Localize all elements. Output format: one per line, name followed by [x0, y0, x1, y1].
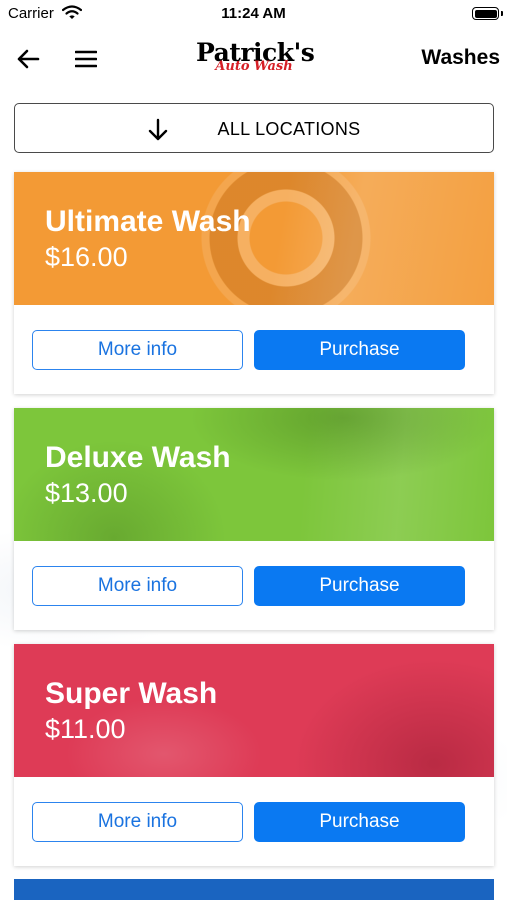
- battery-icon: [472, 7, 499, 20]
- location-dropdown[interactable]: ALL LOCATIONS: [14, 103, 494, 153]
- more-info-button[interactable]: More info: [32, 330, 243, 370]
- wash-price: $13.00: [45, 478, 128, 508]
- wash-card-super: Super Wash $11.00 More info Purchase: [14, 644, 494, 866]
- menu-button[interactable]: [72, 45, 100, 73]
- arrow-left-icon: [17, 49, 40, 69]
- wash-name: Ultimate Wash: [45, 205, 251, 238]
- wash-card-ultimate: Ultimate Wash $16.00 More info Purchase: [14, 172, 494, 394]
- wash-card-next-partial[interactable]: [14, 879, 494, 900]
- brand-logo: Patrick's Auto Wash: [196, 40, 315, 84]
- more-info-button[interactable]: More info: [32, 802, 243, 842]
- wash-banner: Deluxe Wash $13.00: [14, 408, 494, 541]
- wash-banner: Ultimate Wash $16.00: [14, 172, 494, 305]
- page-title: Washes: [421, 46, 500, 69]
- navigation-bar: Patrick's Auto Wash Washes: [0, 34, 507, 84]
- more-info-button[interactable]: More info: [32, 566, 243, 606]
- clock: 11:24 AM: [221, 5, 286, 22]
- hamburger-menu-icon: [75, 50, 97, 68]
- wash-price: $11.00: [45, 714, 126, 744]
- wash-name: Deluxe Wash: [45, 441, 231, 474]
- wash-banner: Super Wash $11.00: [14, 644, 494, 777]
- purchase-button[interactable]: Purchase: [254, 802, 465, 842]
- status-bar: Carrier 11:24 AM: [0, 0, 507, 30]
- battery-tip: [501, 11, 503, 16]
- back-button[interactable]: [14, 45, 42, 73]
- location-dropdown-label: ALL LOCATIONS: [217, 119, 361, 139]
- wash-card-deluxe: Deluxe Wash $13.00 More info Purchase: [14, 408, 494, 630]
- purchase-button[interactable]: Purchase: [254, 330, 465, 370]
- wash-price: $16.00: [45, 242, 128, 272]
- wash-name: Super Wash: [45, 677, 218, 710]
- purchase-button[interactable]: Purchase: [254, 566, 465, 606]
